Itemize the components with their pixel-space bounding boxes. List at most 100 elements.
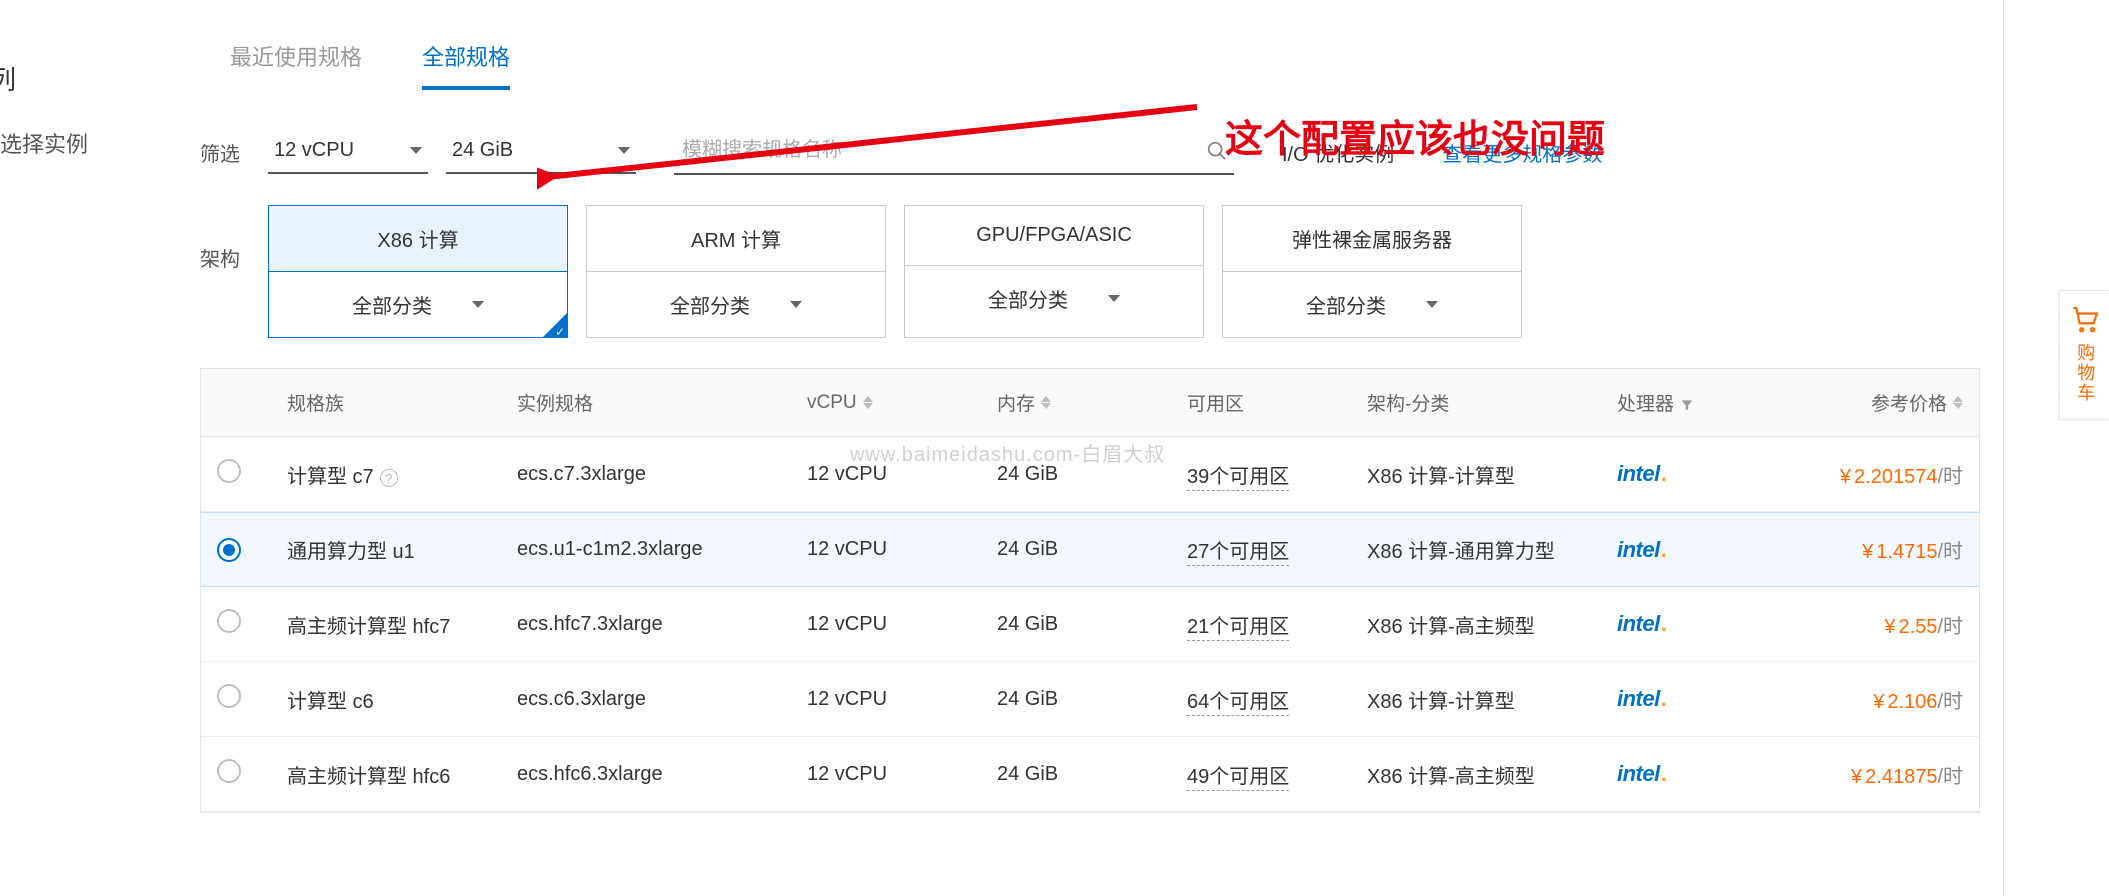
cell-memory: 24 GiB	[997, 538, 1187, 561]
cell-price: ¥2.201574/时	[1787, 460, 1963, 489]
intel-logo: intel.	[1617, 461, 1666, 486]
filter-icon	[1680, 396, 1694, 410]
select-instance-label: 选择实例	[0, 127, 120, 159]
caret-down-icon	[1108, 295, 1120, 302]
search-icon	[1206, 140, 1228, 162]
cell-spec: ecs.hfc7.3xlarge	[517, 613, 807, 636]
cell-memory: 24 GiB	[997, 613, 1187, 636]
cell-family: 计算型 c6	[287, 685, 517, 714]
cell-vcpu: 12 vCPU	[807, 613, 997, 636]
vcpu-select[interactable]: 12 vCPU	[268, 131, 428, 174]
cell-zone[interactable]: 64个可用区	[1187, 691, 1289, 716]
sort-icon	[1041, 396, 1051, 409]
intel-logo: intel.	[1617, 761, 1666, 786]
memory-select[interactable]: 24 GiB	[446, 131, 636, 174]
cell-vcpu: 12 vCPU	[807, 688, 997, 711]
cell-memory: 24 GiB	[997, 763, 1187, 786]
row-radio[interactable]	[217, 459, 241, 483]
cell-arch-cat: X86 计算-高主频型	[1367, 610, 1617, 639]
intel-logo: intel.	[1617, 537, 1666, 562]
caret-down-icon	[472, 301, 484, 308]
arch-card-category-label: 全部分类	[670, 290, 750, 319]
row-radio[interactable]	[217, 759, 241, 783]
cart-tab[interactable]: 购物车	[2059, 290, 2109, 420]
spec-search-wrap	[674, 130, 1234, 175]
cell-family: 计算型 c7?	[287, 460, 517, 489]
arch-card-category-select[interactable]: 全部分类	[587, 272, 885, 337]
caret-down-icon	[618, 147, 630, 154]
header-family: 规格族	[287, 389, 517, 416]
cell-memory: 24 GiB	[997, 688, 1187, 711]
arch-card-category-select[interactable]: 全部分类	[1223, 272, 1521, 337]
help-icon[interactable]: ?	[380, 469, 398, 487]
intel-logo: intel.	[1617, 686, 1666, 711]
memory-select-value: 24 GiB	[452, 139, 513, 162]
intel-logo: intel.	[1617, 611, 1666, 636]
cell-zone[interactable]: 21个可用区	[1187, 616, 1289, 641]
cell-memory: 24 GiB	[997, 463, 1187, 486]
arch-label: 架构	[200, 205, 250, 272]
row-radio[interactable]	[217, 609, 241, 633]
sort-icon	[1953, 396, 1963, 409]
arch-card-name: X86 计算	[269, 206, 567, 272]
header-zone: 可用区	[1187, 389, 1367, 416]
arch-card-1[interactable]: ARM 计算全部分类	[586, 205, 886, 338]
cell-zone[interactable]: 27个可用区	[1187, 541, 1289, 566]
more-params-link[interactable]: 查看更多规格参数	[1442, 138, 1602, 167]
cell-family: 高主频计算型 hfc7	[287, 610, 517, 639]
cell-spec: ecs.c7.3xlarge	[517, 463, 807, 486]
arch-card-category-select[interactable]: 全部分类	[269, 272, 567, 337]
cell-vcpu: 12 vCPU	[807, 538, 997, 561]
arch-card-0[interactable]: X86 计算全部分类 ✓	[268, 205, 568, 338]
io-optimized-label: I/O 优化实例	[1282, 138, 1394, 167]
cell-spec: ecs.c6.3xlarge	[517, 688, 807, 711]
cell-arch-cat: X86 计算-计算型	[1367, 460, 1617, 489]
row-radio[interactable]	[217, 538, 241, 562]
arch-card-category-label: 全部分类	[352, 290, 432, 319]
header-spec: 实例规格	[517, 389, 807, 416]
cell-price: ¥2.106/时	[1787, 685, 1963, 714]
header-vcpu[interactable]: vCPU	[807, 392, 997, 414]
spec-search-input[interactable]	[680, 138, 1206, 163]
table-row[interactable]: 通用算力型 u1ecs.u1-c1m2.3xlarge12 vCPU24 GiB…	[201, 512, 1979, 587]
header-price[interactable]: 参考价格	[1787, 389, 1963, 416]
arch-card-3[interactable]: 弹性裸金属服务器全部分类	[1222, 205, 1522, 338]
check-icon: ✓	[555, 325, 565, 339]
tab-recent-specs[interactable]: 最近使用规格	[230, 30, 362, 90]
cell-zone[interactable]: 39个可用区	[1187, 466, 1289, 491]
cell-vcpu: 12 vCPU	[807, 463, 997, 486]
header-processor[interactable]: 处理器	[1617, 389, 1787, 416]
sort-icon	[863, 396, 873, 409]
table-row[interactable]: 高主频计算型 hfc6ecs.hfc6.3xlarge12 vCPU24 GiB…	[201, 737, 1979, 812]
arch-card-name: 弹性裸金属服务器	[1223, 206, 1521, 272]
row-radio[interactable]	[217, 684, 241, 708]
header-arch-cat: 架构-分类	[1367, 389, 1617, 416]
cell-vcpu: 12 vCPU	[807, 763, 997, 786]
table-row[interactable]: 计算型 c7?ecs.c7.3xlarge12 vCPU24 GiB39个可用区…	[201, 437, 1979, 512]
tab-all-specs[interactable]: 全部规格	[422, 30, 510, 90]
header-memory[interactable]: 内存	[997, 389, 1187, 416]
caret-down-icon	[790, 301, 802, 308]
vcpu-select-value: 12 vCPU	[274, 139, 354, 162]
cell-arch-cat: X86 计算-通用算力型	[1367, 535, 1617, 564]
arch-card-2[interactable]: GPU/FPGA/ASIC 全部分类	[904, 205, 1204, 338]
caret-down-icon	[410, 147, 422, 154]
cell-family: 通用算力型 u1	[287, 535, 517, 564]
arch-card-category-label: 全部分类	[988, 284, 1068, 313]
cell-spec: ecs.u1-c1m2.3xlarge	[517, 538, 807, 561]
cell-price: ¥2.41875/时	[1787, 760, 1963, 789]
table-header-row: 规格族 实例规格 vCPU 内存 可用区 架构-分类 处理器 参考价格	[201, 369, 1979, 437]
arch-card-name: ARM 计算	[587, 206, 885, 272]
cell-arch-cat: X86 计算-高主频型	[1367, 760, 1617, 789]
filter-label: 筛选	[200, 138, 250, 167]
cell-price: ¥2.55/时	[1787, 610, 1963, 639]
cell-spec: ecs.hfc6.3xlarge	[517, 763, 807, 786]
table-row[interactable]: 计算型 c6ecs.c6.3xlarge12 vCPU24 GiB64个可用区X…	[201, 662, 1979, 737]
cell-zone[interactable]: 49个可用区	[1187, 766, 1289, 791]
cell-price: ¥1.4715/时	[1787, 535, 1963, 564]
cart-icon	[2072, 307, 2098, 333]
arch-card-name: GPU/FPGA/ASIC	[905, 206, 1203, 266]
arch-card-category-select[interactable]: 全部分类	[905, 266, 1203, 331]
table-row[interactable]: 高主频计算型 hfc7ecs.hfc7.3xlarge12 vCPU24 GiB…	[201, 587, 1979, 662]
cart-label: 购物车	[2074, 343, 2096, 403]
